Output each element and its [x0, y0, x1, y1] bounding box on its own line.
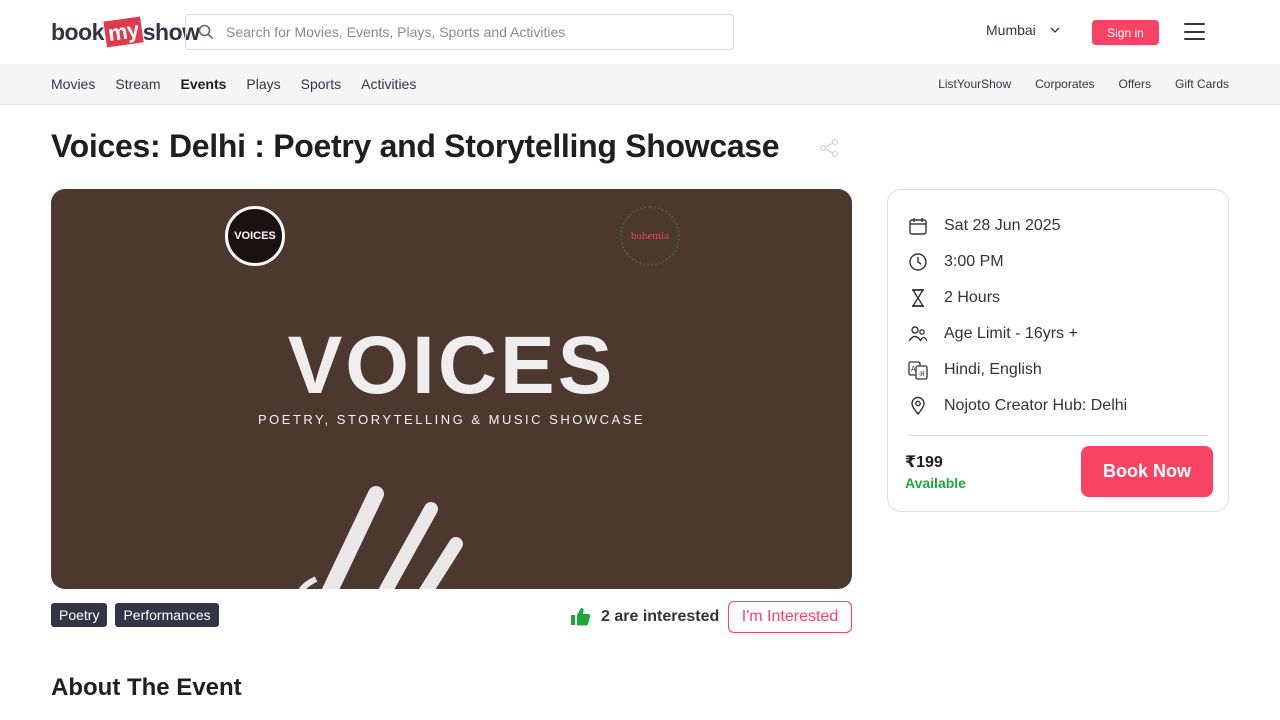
voices-logo-badge: VOICES [225, 206, 285, 266]
clock-icon [909, 253, 927, 271]
tag-poetry[interactable]: Poetry [51, 603, 108, 627]
event-tags: Poetry Performances [51, 603, 219, 627]
banner-subheading: POETRY, STORYTELLING & MUSIC SHOWCASE [258, 412, 645, 427]
event-banner: VOICES bohemia VOICES POETRY, STORYTELLI… [51, 189, 852, 589]
tag-performances[interactable]: Performances [115, 603, 219, 627]
event-languages: Hindi, English [944, 361, 1042, 378]
nav-item-stream[interactable]: Stream [115, 76, 160, 92]
nav-item-sports[interactable]: Sports [301, 76, 341, 92]
chevron-down-icon [1050, 27, 1060, 33]
book-now-button[interactable]: Book Now [1081, 446, 1213, 497]
ticket-price: ₹199 [905, 454, 943, 471]
interested-count: 2 are interested [570, 607, 719, 626]
nav-item-corporates[interactable]: Corporates [1035, 77, 1094, 91]
interested-count-label: 2 are interested [601, 607, 720, 625]
people-icon [908, 326, 928, 342]
nav-right: ListYourShow Corporates Offers Gift Card… [938, 77, 1229, 91]
location-pin-icon [911, 396, 925, 416]
venue-row[interactable]: Nojoto Creator Hub: Delhi [908, 396, 1127, 416]
age-row: Age Limit - 16yrs + [908, 324, 1078, 344]
category-nav: Movies Stream Events Plays Sports Activi… [0, 64, 1280, 105]
im-interested-button[interactable]: I'm Interested [728, 601, 852, 633]
nav-item-listyourshow[interactable]: ListYourShow [938, 77, 1011, 91]
city-selector[interactable]: Mumbai [986, 22, 1060, 38]
time-row: 3:00 PM [908, 252, 1004, 272]
svg-text:अ: अ [919, 371, 925, 378]
sign-in-button[interactable]: Sign in [1092, 20, 1159, 45]
city-label: Mumbai [986, 22, 1036, 38]
event-title: Voices: Delhi : Poetry and Storytelling … [51, 128, 780, 164]
nav-item-movies[interactable]: Movies [51, 76, 95, 92]
svg-text:A: A [911, 366, 916, 373]
nav-item-offers[interactable]: Offers [1119, 77, 1151, 91]
bohemia-logo-badge: bohemia [620, 206, 680, 266]
availability-status: Available [905, 475, 966, 491]
search-bar[interactable] [185, 14, 734, 50]
top-header: bookmyshow Mumbai Sign in [0, 0, 1280, 64]
menu-icon[interactable] [1184, 23, 1205, 40]
about-heading: About The Event [51, 674, 242, 701]
pens-illustration [298, 486, 463, 589]
event-age-limit: Age Limit - 16yrs + [944, 325, 1078, 342]
bookmyshow-logo[interactable]: book my show [51, 16, 200, 48]
nav-item-gift-cards[interactable]: Gift Cards [1175, 77, 1229, 91]
event-duration: 2 Hours [944, 289, 1001, 306]
duration-row: 2 Hours [908, 288, 1000, 308]
search-input[interactable] [226, 24, 706, 40]
event-venue: Nojoto Creator Hub: Delhi [944, 397, 1128, 414]
banner-heading: VOICES [287, 320, 616, 411]
thumbs-up-icon [571, 608, 591, 626]
event-date: Sat 28 Jun 2025 [944, 217, 1061, 234]
nav-left: Movies Stream Events Plays Sports Activi… [51, 76, 416, 92]
share-icon[interactable] [818, 138, 840, 158]
nav-item-plays[interactable]: Plays [246, 76, 280, 92]
calendar-icon [909, 218, 927, 235]
card-divider [908, 435, 1208, 436]
date-row: Sat 28 Jun 2025 [908, 216, 1061, 236]
search-icon [198, 24, 214, 40]
language-icon: Aअ [908, 361, 928, 380]
language-row: Aअ Hindi, English [908, 360, 1042, 380]
event-time: 3:00 PM [944, 253, 1004, 270]
nav-item-events[interactable]: Events [180, 76, 226, 92]
hourglass-icon [911, 289, 925, 307]
event-info-card: Sat 28 Jun 2025 3:00 PM 2 Hours Age Limi… [887, 189, 1229, 512]
nav-item-activities[interactable]: Activities [361, 76, 416, 92]
